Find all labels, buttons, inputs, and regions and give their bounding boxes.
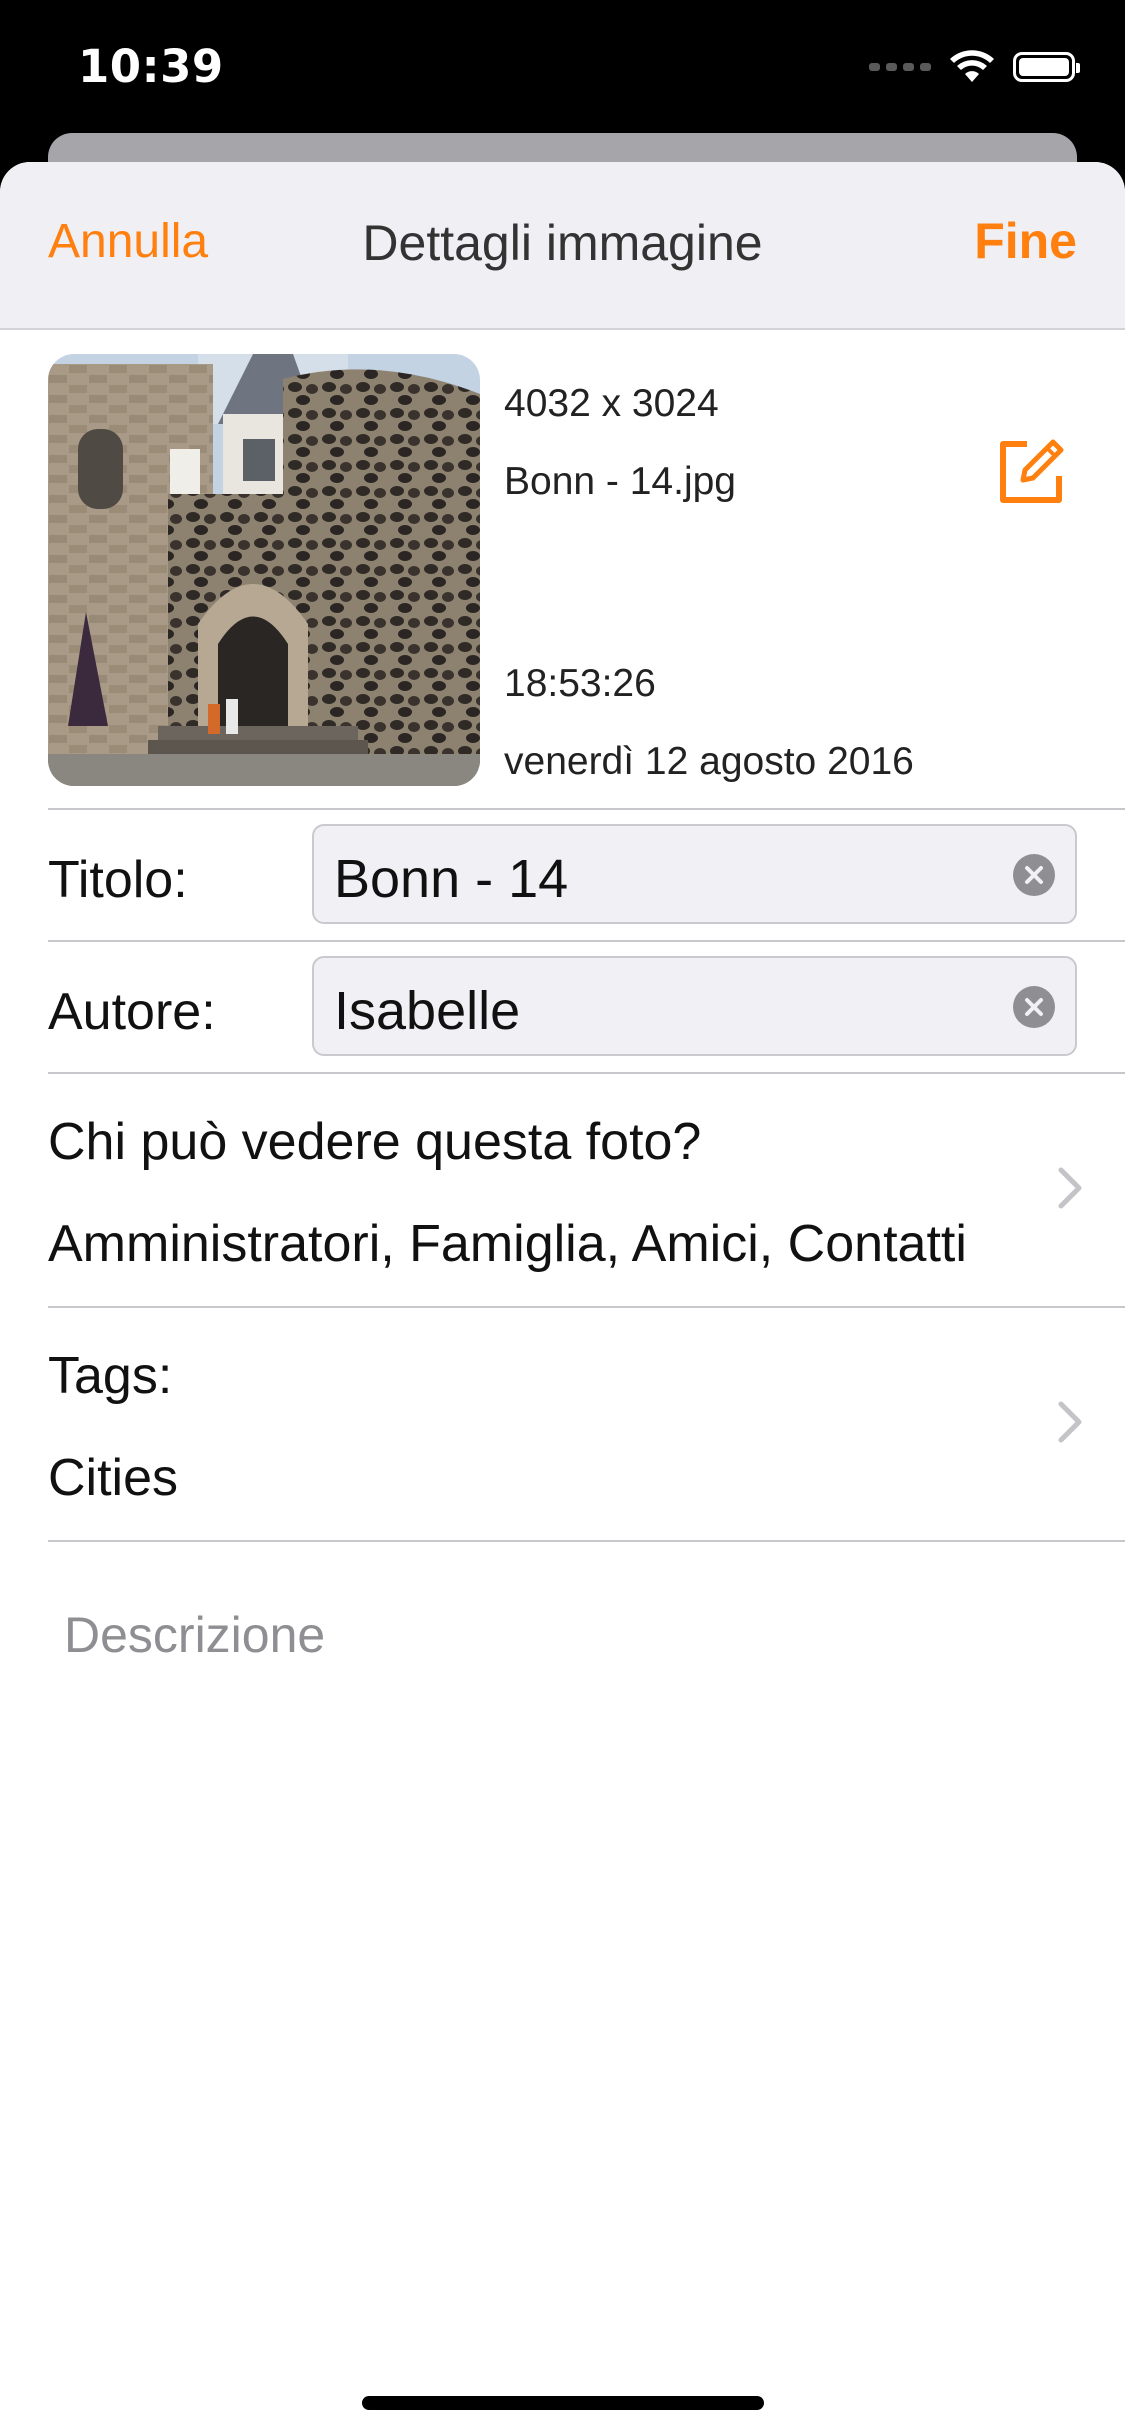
author-row: Autore: Isabelle — [48, 942, 1125, 1074]
image-thumbnail — [48, 354, 480, 786]
wifi-icon — [950, 50, 994, 82]
chevron-right-icon — [1058, 1401, 1082, 1443]
image-time: 18:53:26 — [504, 662, 656, 705]
privacy-label: Chi può vedere questa foto? — [48, 1113, 702, 1171]
screen: 10:39 Annulla Dettagli immagine Fine 403… — [0, 0, 1125, 2436]
status-icons — [869, 50, 1080, 84]
page-title: Dettagli immagine — [362, 215, 763, 271]
image-file-name: Bonn - 14.jpg — [504, 460, 737, 503]
battery-icon — [1013, 52, 1080, 82]
author-field[interactable]: Isabelle — [312, 956, 1077, 1056]
clear-title-button[interactable] — [1013, 854, 1055, 896]
author-value: Isabelle — [334, 981, 521, 1041]
tags-label: Tags: — [48, 1347, 173, 1405]
author-label: Autore: — [48, 983, 216, 1041]
clear-icon — [1025, 866, 1043, 884]
title-value: Bonn - 14 — [334, 849, 569, 909]
status-time: 10:39 — [78, 40, 224, 93]
title-field[interactable]: Bonn - 14 — [312, 824, 1077, 924]
clear-author-button[interactable] — [1013, 986, 1055, 1028]
edit-filename-button[interactable] — [993, 434, 1069, 510]
chevron-right-icon — [1058, 1167, 1082, 1209]
tags-value: Cities — [48, 1449, 179, 1507]
tags-row[interactable]: Tags: Cities — [48, 1308, 1125, 1542]
image-info-section: 4032 x 3024 Bonn - 14.jpg 18:53:26 vener… — [48, 330, 1125, 810]
home-indicator[interactable] — [362, 2396, 764, 2410]
privacy-row[interactable]: Chi può vedere questa foto? Amministrato… — [48, 1074, 1125, 1308]
edit-icon — [1000, 439, 1064, 503]
cellular-signal-icon — [869, 63, 931, 71]
title-row: Titolo: Bonn - 14 — [48, 810, 1125, 942]
status-bar: 10:39 — [0, 0, 1125, 132]
image-date: venerdì 12 agosto 2016 — [504, 740, 914, 783]
navigation-bar: Annulla Dettagli immagine Fine — [0, 162, 1125, 330]
image-details-sheet: Annulla Dettagli immagine Fine 4032 x 30… — [0, 162, 1125, 2436]
clear-icon — [1025, 998, 1043, 1016]
image-dimensions: 4032 x 3024 — [504, 382, 719, 425]
done-button[interactable]: Fine — [974, 212, 1077, 270]
title-label: Titolo: — [48, 851, 188, 909]
privacy-value: Amministratori, Famiglia, Amici, Contatt… — [48, 1215, 967, 1273]
description-field[interactable]: Descrizione — [64, 1542, 1125, 1664]
